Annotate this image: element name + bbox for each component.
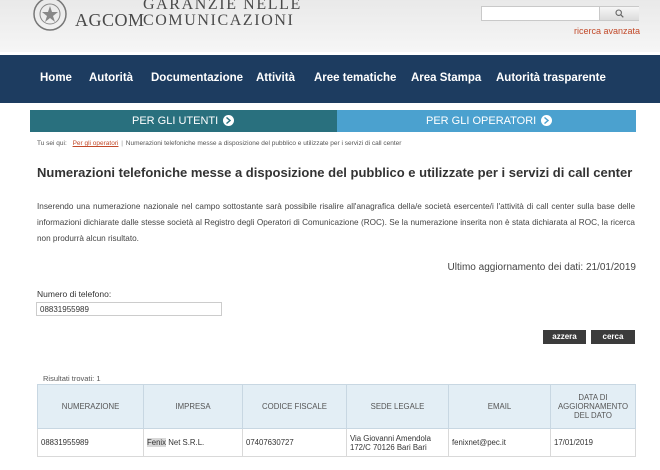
column-header: NUMERAZIONE	[37, 384, 144, 429]
results-table: NUMERAZIONE IMPRESA CODICE FISCALE SEDE …	[37, 384, 636, 457]
impresa-rest: Net S.R.L.	[166, 438, 205, 447]
search-icon	[615, 9, 624, 18]
column-header: IMPRESA	[143, 384, 243, 429]
column-header: DATA DI AGGIORNAMENTO DEL DATO	[550, 384, 636, 429]
last-update-text: Ultimo aggiornamento dei dati: 21/01/201…	[447, 262, 636, 273]
nav-item-autorita-trasparente[interactable]: Autorità trasparente	[496, 72, 606, 84]
nav-item-attivita[interactable]: Attività	[256, 72, 295, 84]
nav-item-documentazione[interactable]: Documentazione	[151, 72, 243, 84]
main-nav: Home Autorità Documentazione Attività Ar…	[0, 55, 660, 103]
cell-email: fenixnet@pec.it	[448, 428, 551, 457]
brand-acronym: AGCOM	[75, 10, 145, 30]
column-header: EMAIL	[448, 384, 551, 429]
cell-numerazione: 08831955989	[37, 428, 144, 457]
cell-codice-fiscale: 07407630727	[242, 428, 347, 457]
breadcrumb-current: Numerazioni telefoniche messe a disposiz…	[125, 140, 402, 147]
audience-switch: PER GLI UTENTI PER GLI OPERATORI	[30, 110, 636, 132]
phone-label: Numero di telefono:	[37, 289, 112, 299]
search-submit-button[interactable]: cerca	[591, 330, 635, 344]
users-button[interactable]: PER GLI UTENTI	[30, 110, 337, 132]
nav-item-area-stampa[interactable]: Area Stampa	[411, 72, 481, 84]
nav-item-autorita[interactable]: Autorità	[89, 72, 133, 84]
column-header: SEDE LEGALE	[346, 384, 449, 429]
results-count: Risultati trovati: 1	[43, 374, 101, 383]
cell-sede-legale: Via Giovanni Amendola 172/C 70126 Bari B…	[346, 428, 449, 457]
phone-input[interactable]	[36, 302, 222, 316]
breadcrumb-link-operators[interactable]: Per gli operatori	[73, 140, 119, 147]
breadcrumb: Tu sei qui: Per gli operatori | Numerazi…	[37, 140, 401, 147]
page-description: Inserendo una numerazione nazionale nel …	[37, 202, 635, 243]
nav-item-aree-tematiche[interactable]: Aree tematiche	[314, 72, 396, 84]
highlighted-text: Fenix	[147, 438, 167, 447]
search-input[interactable]	[482, 7, 599, 20]
advanced-search-link[interactable]: ricerca avanzata	[574, 26, 640, 36]
operators-button[interactable]: PER GLI OPERATORI	[337, 110, 636, 132]
breadcrumb-separator: |	[121, 140, 123, 147]
breadcrumb-prefix: Tu sei qui:	[37, 140, 67, 147]
cell-impresa: Fenix Net S.R.L.	[143, 428, 243, 457]
arrow-right-icon	[223, 115, 234, 126]
nav-item-home[interactable]: Home	[40, 72, 72, 84]
emblem-logo[interactable]	[30, 0, 70, 34]
table-header-row: NUMERAZIONE IMPRESA CODICE FISCALE SEDE …	[37, 384, 636, 429]
page-title: Numerazioni telefoniche messe a disposiz…	[37, 165, 633, 180]
operators-label: PER GLI OPERATORI	[426, 115, 537, 127]
search-box	[481, 6, 639, 21]
cell-data: 17/01/2019	[550, 428, 636, 457]
site-header: AGCOM GARANZIE NELLE COMUNICAZIONI ricer…	[0, 0, 660, 52]
search-button[interactable]	[599, 7, 639, 20]
arrow-right-icon	[541, 115, 552, 126]
users-label: PER GLI UTENTI	[132, 115, 219, 127]
column-header: CODICE FISCALE	[242, 384, 347, 429]
reset-button[interactable]: azzera	[543, 330, 586, 344]
brand-line-2: COMUNICAZIONI	[143, 12, 295, 29]
table-row: 08831955989 Fenix Net S.R.L. 07407630727…	[37, 428, 636, 457]
